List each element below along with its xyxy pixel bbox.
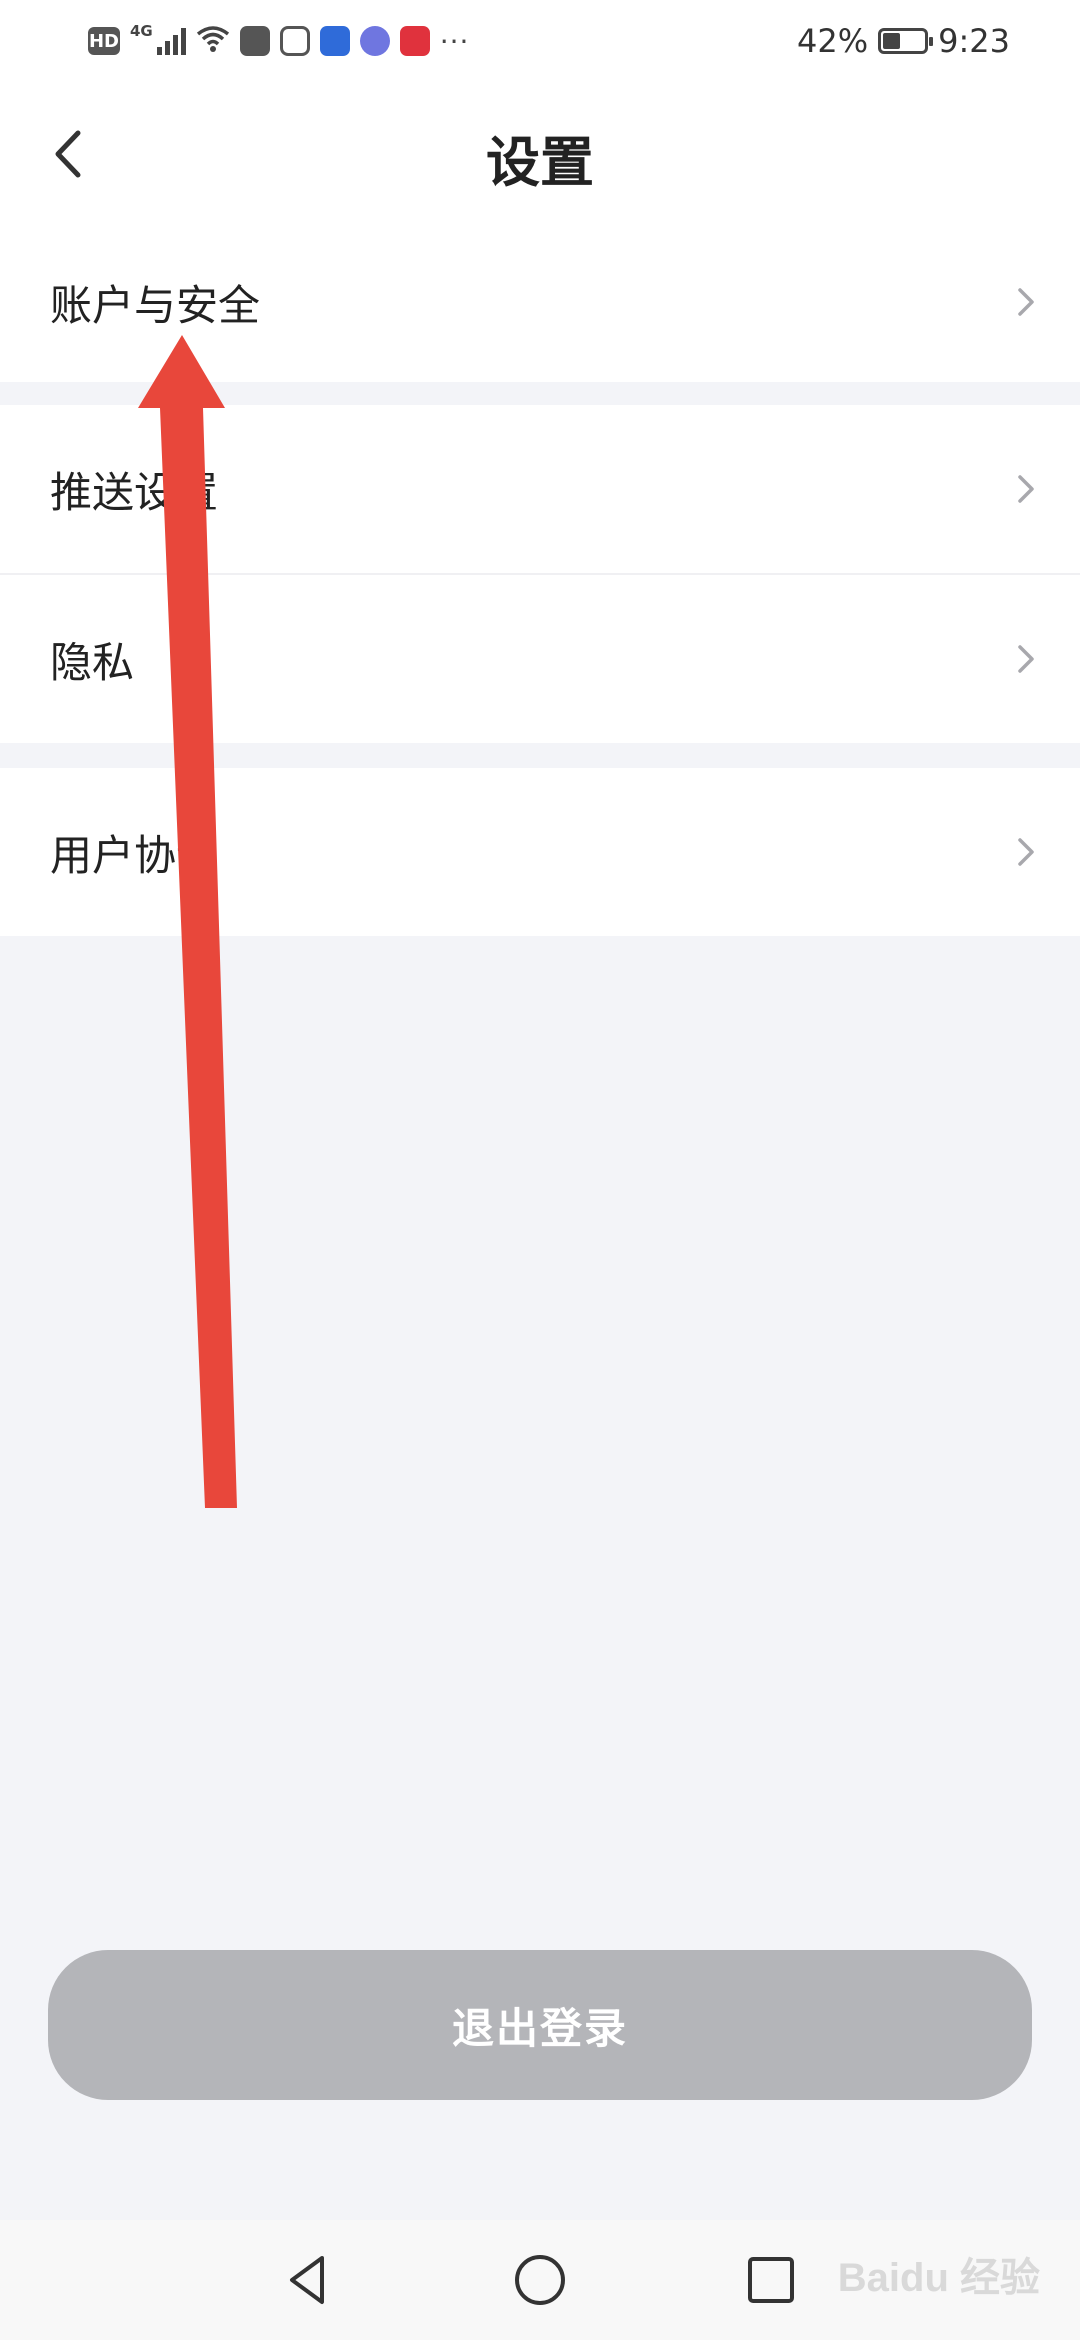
settings-group-account: 账户与安全 [0,222,1080,382]
settings-group-agreement: 用户协议 [0,768,1080,936]
system-navigation-bar: Baidu 经验 [0,2220,1080,2340]
page-title: 设置 [486,131,594,194]
logout-button[interactable]: 退出登录 [48,1950,1032,2100]
settings-item-push[interactable]: 推送设置 [0,405,1080,573]
chevron-right-icon [1018,288,1034,316]
hand-app-icon [279,26,310,56]
status-icons-right: 42% 9:23 [797,20,1010,62]
baidu-watermark: Baidu 经验 [837,2256,1040,2300]
wifi-icon [196,24,230,59]
chevron-right-icon [1018,645,1034,673]
status-icons-left: HD 4G ··· [88,20,469,62]
status-bar: HD 4G ··· 42% 9:23 [0,0,1080,82]
network-type: 4G [130,22,153,40]
music-app-icon [359,26,390,56]
more-notifications-icon: ··· [439,24,470,58]
hd-badge: HD [88,27,120,55]
settings-item-privacy[interactable]: 隐私 [0,575,1080,743]
square-recents-icon[interactable] [741,2250,801,2310]
battery-percent: 42% [797,22,869,60]
chevron-right-icon [1018,475,1034,503]
settings-item-account-security[interactable]: 账户与安全 [0,222,1080,382]
lightbulb-app-icon [319,26,350,56]
circle-home-icon[interactable] [510,2250,570,2310]
chevron-right-icon [1018,838,1034,866]
settings-group-privacy: 推送设置 隐私 [0,405,1080,743]
settings-item-label: 隐私 [50,637,135,687]
huawei-app-icon [239,26,270,56]
clock: 9:23 [938,22,1010,60]
settings-item-user-agreement[interactable]: 用户协议 [0,768,1080,936]
settings-item-label: 账户与安全 [50,280,261,330]
signal-icon [156,27,186,55]
book-app-icon [399,26,430,56]
page-header: 设置 [0,82,1080,222]
triangle-back-icon[interactable] [278,2250,338,2310]
settings-item-label: 推送设置 [50,467,219,517]
battery-icon [878,28,934,54]
settings-item-label: 用户协议 [50,830,219,880]
